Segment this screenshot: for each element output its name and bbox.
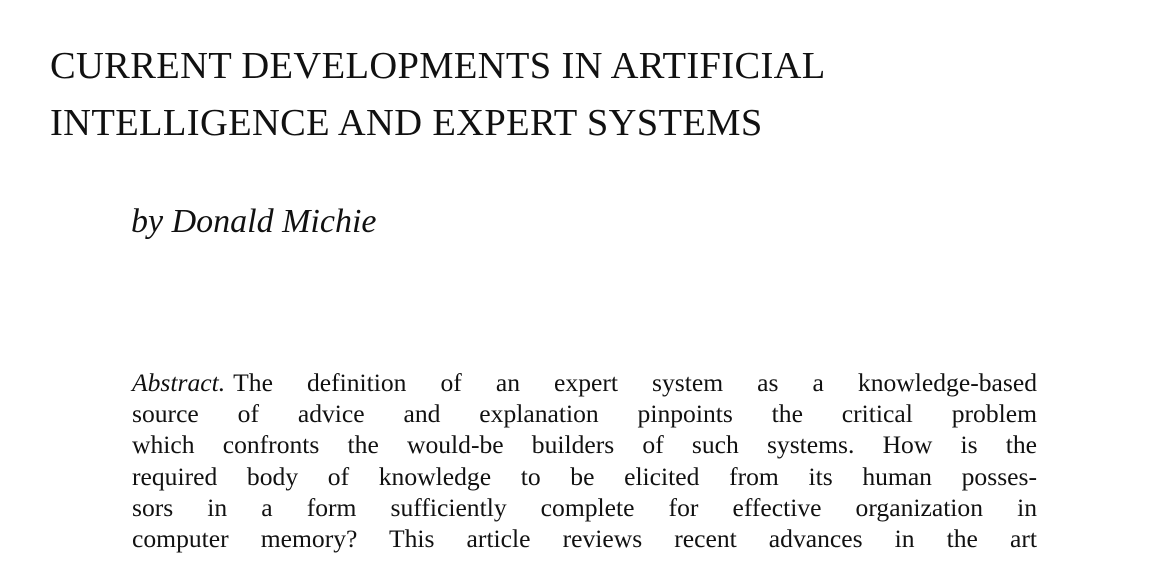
abstract-line-4: required body of knowledge to be elicite… xyxy=(132,461,1037,491)
abstract-line-1: Abstract. The definition of an expert sys… xyxy=(132,367,1037,398)
abstract-label: Abstract. xyxy=(132,368,226,397)
article-title-line-1: CURRENT DEVELOPMENTS IN ARTIFICIAL xyxy=(50,45,826,87)
abstract-section: Abstract. The definition of an expert sys… xyxy=(132,367,1037,554)
article-page: CURRENT DEVELOPMENTS IN ARTIFICIAL INTEL… xyxy=(0,0,1171,582)
abstract-line-5: sors in a form sufficiently complete for… xyxy=(132,492,1037,522)
article-title-line-2: INTELLIGENCE AND EXPERT SYSTEMS xyxy=(50,102,763,144)
abstract-line-1-text: The definition of an expert system as a … xyxy=(233,368,1037,397)
abstract-line-2: source of advice and explanation pinpoin… xyxy=(132,399,1037,429)
author-byline: by Donald Michie xyxy=(131,203,377,240)
abstract-line-3: which confronts the would-be builders of… xyxy=(132,430,1037,460)
article-title: CURRENT DEVELOPMENTS IN ARTIFICIAL INTEL… xyxy=(50,38,826,152)
abstract-line-6: computer memory? This article reviews re… xyxy=(132,524,1037,554)
